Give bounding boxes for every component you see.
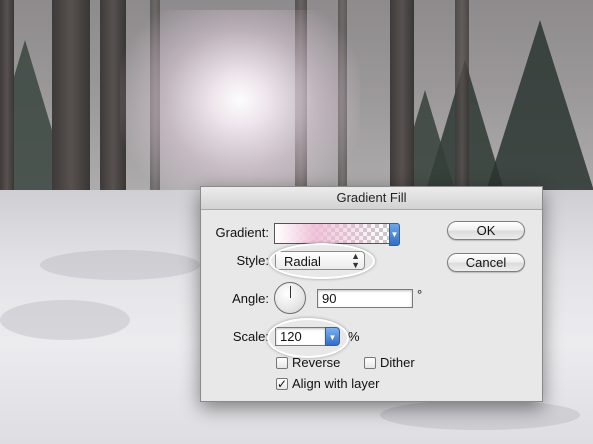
align-with-layer-label: Align with layer bbox=[292, 376, 380, 391]
ok-button[interactable]: OK bbox=[447, 221, 525, 240]
scale-unit: % bbox=[348, 329, 360, 344]
tree-trunk bbox=[455, 0, 469, 190]
gradient-label: Gradient: bbox=[215, 225, 269, 240]
dither-label: Dither bbox=[380, 355, 415, 370]
dialog-title: Gradient Fill bbox=[201, 187, 542, 210]
style-label: Style: bbox=[236, 253, 269, 268]
reverse-label: Reverse bbox=[292, 355, 341, 370]
angle-dial-hand bbox=[290, 286, 291, 298]
checkmark-icon: ✓ bbox=[277, 377, 288, 391]
reverse-checkbox[interactable] bbox=[276, 357, 288, 369]
tree-trunk bbox=[0, 0, 14, 195]
cancel-button[interactable]: Cancel bbox=[447, 253, 525, 272]
angle-dial-icon[interactable] bbox=[274, 282, 306, 314]
tree-trunk bbox=[52, 0, 90, 215]
dither-checkbox[interactable] bbox=[364, 357, 376, 369]
snow-shadow bbox=[40, 250, 200, 280]
align-with-layer-checkbox[interactable]: ✓ bbox=[276, 378, 288, 390]
angle-unit: ° bbox=[417, 287, 423, 302]
snow-shadow bbox=[380, 400, 580, 430]
gradient-fill-dialog: Gradient Fill Gradient: ▼ Style: Radial … bbox=[200, 186, 543, 402]
angle-input[interactable]: 90 bbox=[317, 289, 413, 308]
highlight-oval-scale bbox=[267, 318, 349, 358]
scale-label: Scale: bbox=[232, 329, 269, 344]
gradient-swatch[interactable] bbox=[274, 223, 390, 244]
triangle-down-icon: ▼ bbox=[390, 230, 399, 239]
snow-shadow bbox=[0, 300, 130, 340]
tree bbox=[480, 20, 593, 210]
gradient-dropdown-button[interactable]: ▼ bbox=[389, 223, 400, 246]
tree-trunk bbox=[390, 0, 414, 200]
radial-gradient-glow bbox=[120, 10, 360, 210]
highlight-oval-style bbox=[269, 243, 375, 279]
angle-label: Angle: bbox=[232, 291, 269, 306]
